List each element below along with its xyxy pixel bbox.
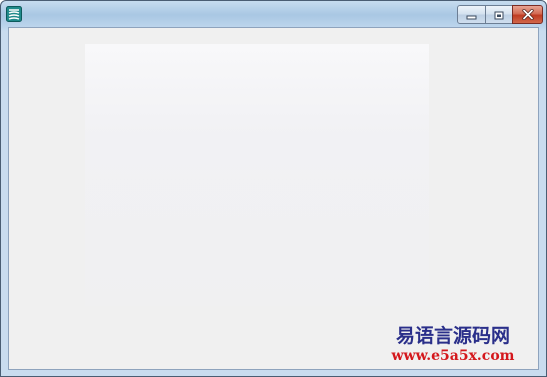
close-button[interactable] — [512, 5, 543, 24]
restore-icon — [494, 5, 504, 24]
site-watermark: 易语言源码网 www.e5a5x.com — [378, 325, 528, 364]
content-panel — [85, 44, 429, 306]
minimize-button[interactable] — [457, 5, 486, 24]
minimize-icon — [466, 5, 477, 24]
watermark-url: www.e5a5x.com — [391, 348, 515, 364]
caption-buttons — [457, 5, 543, 24]
client-area — [8, 27, 539, 370]
restore-button[interactable] — [485, 5, 513, 24]
title-bar[interactable] — [1, 1, 546, 27]
watermark-site-name: 易语言源码网 — [395, 325, 510, 347]
app-window — [0, 0, 547, 377]
app-logo-icon[interactable] — [6, 6, 22, 22]
close-icon — [521, 5, 534, 24]
